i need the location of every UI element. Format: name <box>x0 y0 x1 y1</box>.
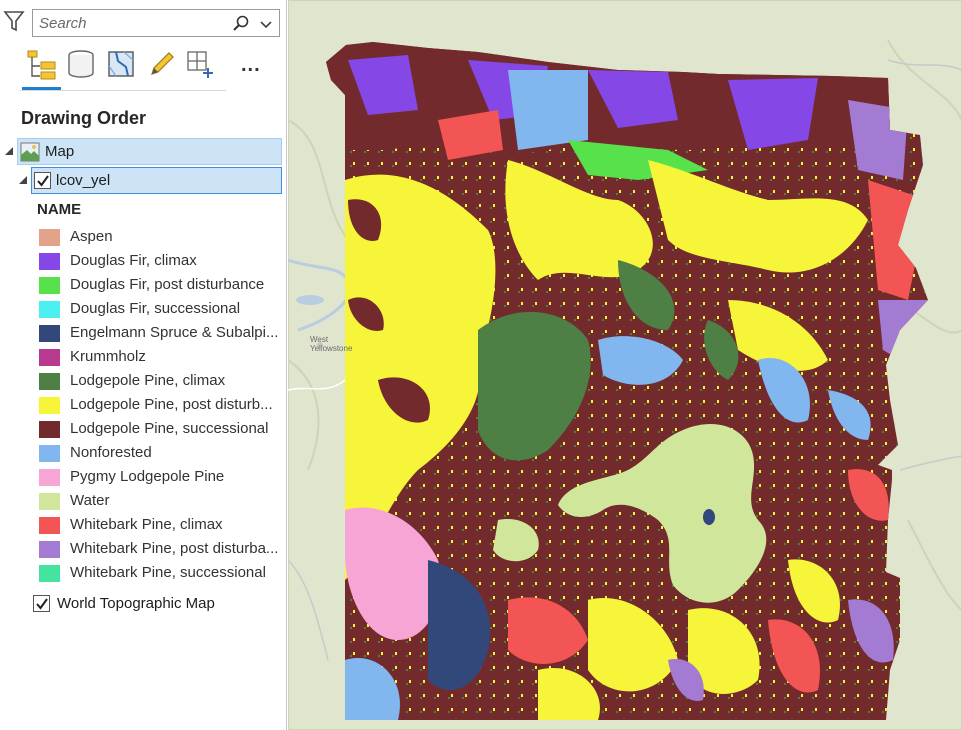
legend-label: Lodgepole Pine, climax <box>70 372 226 389</box>
legend-swatch[interactable] <box>39 397 60 414</box>
legend-swatch[interactable] <box>39 277 60 294</box>
snapping-icon[interactable] <box>184 46 218 82</box>
legend-label: Whitebark Pine, successional <box>70 564 266 581</box>
map-icon <box>20 142 40 162</box>
toolbar-divider <box>20 90 226 91</box>
legend-heading: NAME <box>37 201 82 218</box>
legend-swatch[interactable] <box>39 253 60 270</box>
tree-item-label: lcov_yel <box>56 172 111 189</box>
legend-swatch[interactable] <box>39 469 60 486</box>
chevron-down-icon[interactable] <box>258 15 274 33</box>
legend-swatch[interactable] <box>39 421 60 438</box>
layer-visibility-checkbox[interactable] <box>34 172 51 189</box>
legend-label: Nonforested <box>70 444 152 461</box>
tree-item-map[interactable]: Map <box>17 138 282 165</box>
legend-label: Douglas Fir, successional <box>70 300 241 317</box>
map-place-label-line-1: West <box>310 335 329 344</box>
filter-icon[interactable] <box>3 9 25 33</box>
legend-label: Engelmann Spruce & Subalpi... <box>70 324 279 341</box>
section-title: Drawing Order <box>21 108 147 128</box>
legend-swatch[interactable] <box>39 541 60 558</box>
legend-label: Pygmy Lodgepole Pine <box>70 468 225 485</box>
tree-item-layer[interactable]: lcov_yel <box>31 167 282 194</box>
legend-swatch[interactable] <box>39 325 60 342</box>
legend-swatch[interactable] <box>39 565 60 582</box>
legend-swatch[interactable] <box>39 229 60 246</box>
tree-item-basemap[interactable]: World Topographic Map <box>31 591 282 618</box>
map-view[interactable]: West Yellowstone <box>288 0 962 730</box>
legend-swatch[interactable] <box>39 349 60 366</box>
tree-item-label: World Topographic Map <box>57 595 215 612</box>
legend-label: Douglas Fir, climax <box>70 252 197 269</box>
legend-label: Water <box>70 492 110 509</box>
legend-label: Krummholz <box>70 348 146 365</box>
legend-label: Douglas Fir, post disturbance <box>70 276 265 293</box>
tree-item-label: Map <box>45 143 75 160</box>
basemap-visibility-checkbox[interactable] <box>33 595 50 612</box>
map-place-label-line-2: Yellowstone <box>310 344 353 353</box>
drawing-order-icon[interactable] <box>25 46 59 82</box>
legend-label: Aspen <box>70 228 113 245</box>
selection-icon[interactable] <box>104 46 138 82</box>
legend-swatch[interactable] <box>39 445 60 462</box>
legend-label: Lodgepole Pine, successional <box>70 420 269 437</box>
pencil-icon[interactable] <box>144 46 178 82</box>
legend-swatch[interactable] <box>39 373 60 390</box>
legend-label: Whitebark Pine, post disturba... <box>70 540 279 557</box>
legend-swatch[interactable] <box>39 517 60 534</box>
database-icon[interactable] <box>64 46 98 82</box>
map-canvas[interactable] <box>288 0 962 730</box>
search-input[interactable] <box>39 14 229 32</box>
more-options-button[interactable]: ... <box>241 54 261 77</box>
legend-label: Whitebark Pine, climax <box>70 516 223 533</box>
checkmark-icon <box>37 175 49 187</box>
checkmark-icon <box>36 598 48 610</box>
legend-swatch[interactable] <box>39 301 60 318</box>
collapse-triangle-icon[interactable] <box>4 146 14 156</box>
legend-label: Lodgepole Pine, post disturb... <box>70 396 273 413</box>
legend-swatch[interactable] <box>39 493 60 510</box>
contents-pane: ... Drawing Order Map lcov_yel NAME Aspe… <box>0 0 287 730</box>
land-cover-raster <box>326 42 928 720</box>
map-place-label: West Yellowstone <box>310 335 352 353</box>
search-box <box>32 9 280 37</box>
collapse-triangle-icon[interactable] <box>18 175 28 185</box>
search-icon[interactable] <box>231 14 251 34</box>
